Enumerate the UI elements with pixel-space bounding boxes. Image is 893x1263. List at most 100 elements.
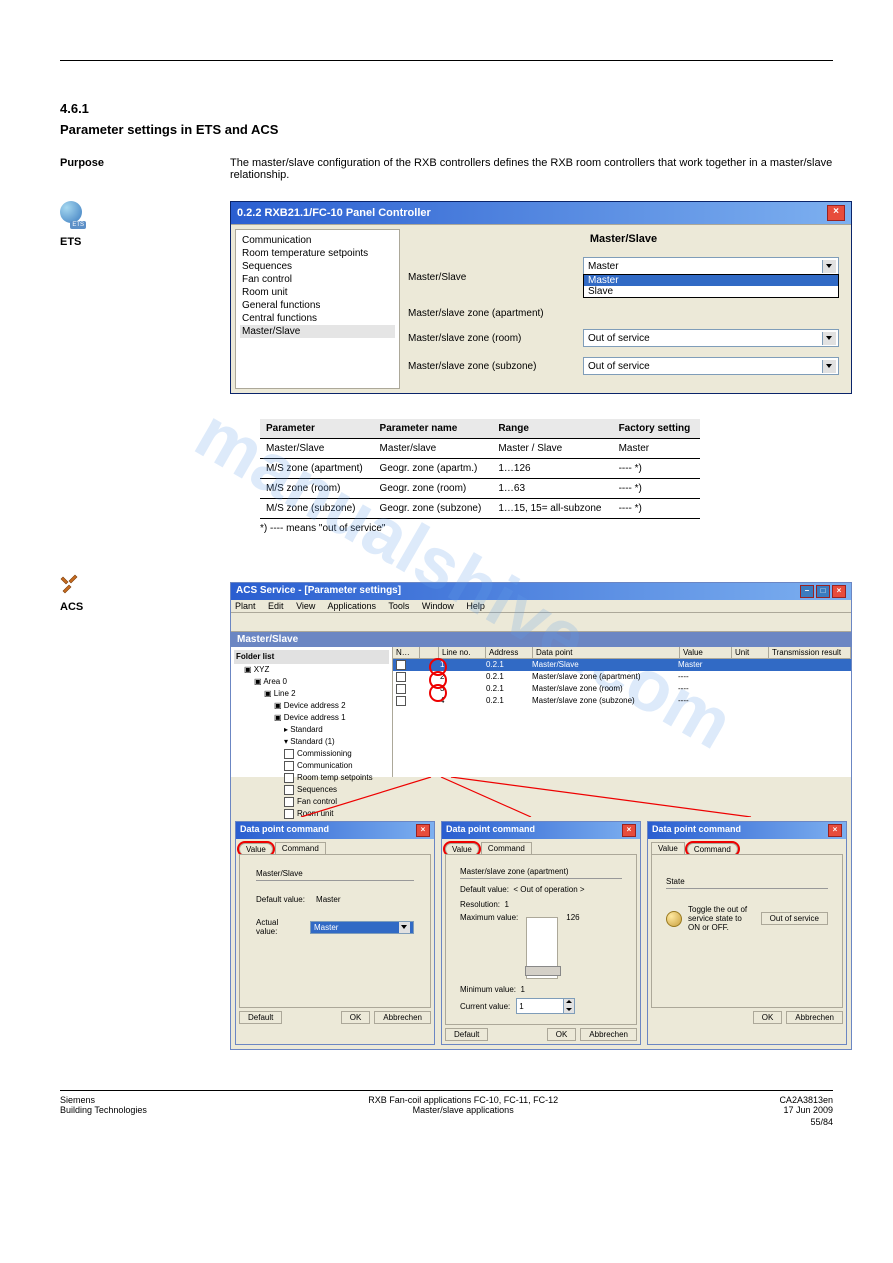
chevron-down-icon[interactable] bbox=[822, 260, 836, 273]
table-row: M/S zone (subzone) Geogr. zone (subzone)… bbox=[260, 499, 700, 519]
ets-list-item-selected[interactable]: Master/Slave bbox=[240, 325, 395, 338]
tree-item[interactable]: ▣ XYZ bbox=[234, 664, 389, 676]
chevron-down-icon[interactable] bbox=[822, 360, 836, 373]
close-icon[interactable]: × bbox=[622, 824, 636, 837]
default-button[interactable]: Default bbox=[445, 1028, 488, 1041]
top-rule bbox=[60, 60, 833, 61]
current-label: Current value: bbox=[460, 1002, 510, 1011]
data-grid[interactable]: N… Line no. Address Data point Value Uni… bbox=[393, 647, 851, 777]
tree-item[interactable]: Sequences bbox=[234, 784, 389, 796]
tab-value[interactable]: Value bbox=[651, 842, 685, 854]
grid-row[interactable]: 2 0.2.1 Master/slave zone (apartment) --… bbox=[393, 671, 851, 683]
out-of-service-button[interactable]: Out of service bbox=[761, 912, 828, 925]
menu-item[interactable]: Edit bbox=[268, 601, 284, 611]
cell: Geogr. zone (apartm.) bbox=[374, 459, 493, 479]
ets-list-item[interactable]: General functions bbox=[240, 299, 395, 312]
ets-list-item[interactable]: Central functions bbox=[240, 312, 395, 325]
menu-item[interactable]: View bbox=[296, 601, 315, 611]
slider-thumb[interactable] bbox=[525, 966, 561, 976]
callout-circle-3 bbox=[429, 684, 447, 702]
cell: Master / Slave bbox=[492, 439, 612, 459]
dropdown-option[interactable]: Slave bbox=[584, 286, 838, 297]
tree-item[interactable]: ▾ Standard (1) bbox=[234, 736, 389, 748]
acs-title: ACS Service - [Parameter settings] bbox=[236, 585, 401, 598]
max-value: 126 bbox=[566, 913, 579, 922]
tree-item[interactable]: ▣ Device address 2 bbox=[234, 700, 389, 712]
close-icon[interactable]: × bbox=[416, 824, 430, 837]
ok-button[interactable]: OK bbox=[341, 1011, 371, 1024]
minimize-icon[interactable]: – bbox=[800, 585, 814, 598]
toolbar[interactable] bbox=[231, 613, 851, 632]
section-number: 4.6.1 bbox=[60, 101, 833, 116]
section-title: Parameter settings in ETS and ACS bbox=[60, 122, 833, 137]
table-header: Parameter name bbox=[374, 419, 493, 439]
tree-item[interactable]: Room temp setpoints bbox=[234, 772, 389, 784]
close-icon[interactable]: × bbox=[832, 585, 846, 598]
grid-row[interactable]: 3 0.2.1 Master/slave zone (room) ---- bbox=[393, 683, 851, 695]
ets-category-list[interactable]: Communication Room temperature setpoints… bbox=[235, 229, 400, 389]
tree-item[interactable]: Commissioning bbox=[234, 748, 389, 760]
ets-list-item[interactable]: Communication bbox=[240, 234, 395, 247]
tree-item[interactable]: ▣ Line 2 bbox=[234, 688, 389, 700]
tree-item[interactable]: ▸ Standard bbox=[234, 724, 389, 736]
page-footer: Siemens Building Technologies RXB Fan-co… bbox=[60, 1090, 833, 1115]
cell: M/S zone (apartment) bbox=[260, 459, 374, 479]
maximize-icon[interactable]: □ bbox=[816, 585, 830, 598]
ets-icon: ETS bbox=[60, 201, 88, 229]
dialog-title: Data point command bbox=[446, 824, 535, 837]
menu-bar[interactable]: Plant Edit View Applications Tools Windo… bbox=[231, 600, 851, 613]
menu-item[interactable]: Tools bbox=[388, 601, 409, 611]
cancel-button[interactable]: Abbrechen bbox=[580, 1028, 637, 1041]
select-value: Master bbox=[314, 923, 338, 932]
chevron-down-icon[interactable] bbox=[399, 922, 410, 933]
value-slider[interactable] bbox=[526, 917, 558, 979]
state-label: State bbox=[666, 877, 828, 889]
tab-command[interactable]: Command bbox=[481, 842, 532, 854]
default-label: Default value: bbox=[460, 885, 509, 894]
grid-row[interactable]: 1 0.2.1 Master/Slave Master bbox=[393, 659, 851, 671]
min-value: 1 bbox=[520, 985, 524, 994]
ok-button[interactable]: OK bbox=[547, 1028, 577, 1041]
grid-header: Value bbox=[680, 647, 732, 658]
ets-list-item[interactable]: Fan control bbox=[240, 273, 395, 286]
close-icon[interactable]: × bbox=[827, 205, 845, 221]
cancel-button[interactable]: Abbrechen bbox=[786, 1011, 843, 1024]
ets-list-item[interactable]: Sequences bbox=[240, 260, 395, 273]
tree-item[interactable]: ▣ Area 0 bbox=[234, 676, 389, 688]
tree-item[interactable]: ▣ Device address 1 bbox=[234, 712, 389, 724]
table-header: Parameter bbox=[260, 419, 374, 439]
tree-item[interactable]: Fan control bbox=[234, 796, 389, 808]
default-button[interactable]: Default bbox=[239, 1011, 282, 1024]
dp-label: Master/Slave bbox=[256, 869, 414, 881]
actual-value-select[interactable]: Master bbox=[310, 921, 414, 934]
menu-item[interactable]: Window bbox=[422, 601, 454, 611]
data-point-dialog-3: Data point command × Value Command State… bbox=[647, 821, 847, 1045]
cell: Master/Slave bbox=[260, 439, 374, 459]
current-value-spinner[interactable] bbox=[516, 998, 575, 1014]
menu-item[interactable]: Help bbox=[466, 601, 485, 611]
tree-item[interactable]: Communication bbox=[234, 760, 389, 772]
ok-button[interactable]: OK bbox=[753, 1011, 783, 1024]
spinner-up-icon[interactable] bbox=[563, 999, 574, 1006]
chevron-down-icon[interactable] bbox=[822, 332, 836, 345]
cancel-button[interactable]: Abbrechen bbox=[374, 1011, 431, 1024]
master-slave-dropdown[interactable]: Master bbox=[583, 257, 839, 275]
spinner-down-icon[interactable] bbox=[563, 1006, 574, 1013]
dropdown-list[interactable]: Master Slave bbox=[583, 274, 839, 298]
grid-row[interactable]: 4 0.2.1 Master/slave zone (subzone) ---- bbox=[393, 695, 851, 707]
dropdown-option[interactable]: Master bbox=[584, 275, 838, 286]
ets-row-label: Master/slave zone (apartment) bbox=[408, 308, 583, 319]
menu-item[interactable]: Plant bbox=[235, 601, 256, 611]
tab-command[interactable]: Command bbox=[275, 842, 326, 854]
ets-dialog: 0.2.2 RXB21.1/FC-10 Panel Controller × C… bbox=[230, 201, 852, 394]
zone-room-dropdown[interactable]: Out of service bbox=[583, 329, 839, 347]
ets-list-item[interactable]: Room unit bbox=[240, 286, 395, 299]
close-icon[interactable]: × bbox=[828, 824, 842, 837]
spinner-input[interactable] bbox=[517, 999, 563, 1013]
zone-subzone-dropdown[interactable]: Out of service bbox=[583, 357, 839, 375]
ets-dialog-title: 0.2.2 RXB21.1/FC-10 Panel Controller bbox=[237, 207, 431, 219]
ets-list-item[interactable]: Room temperature setpoints bbox=[240, 247, 395, 260]
table-header: Factory setting bbox=[613, 419, 700, 439]
folder-tree[interactable]: Folder list ▣ XYZ ▣ Area 0 ▣ Line 2 ▣ De… bbox=[231, 647, 393, 777]
menu-item[interactable]: Applications bbox=[327, 601, 376, 611]
